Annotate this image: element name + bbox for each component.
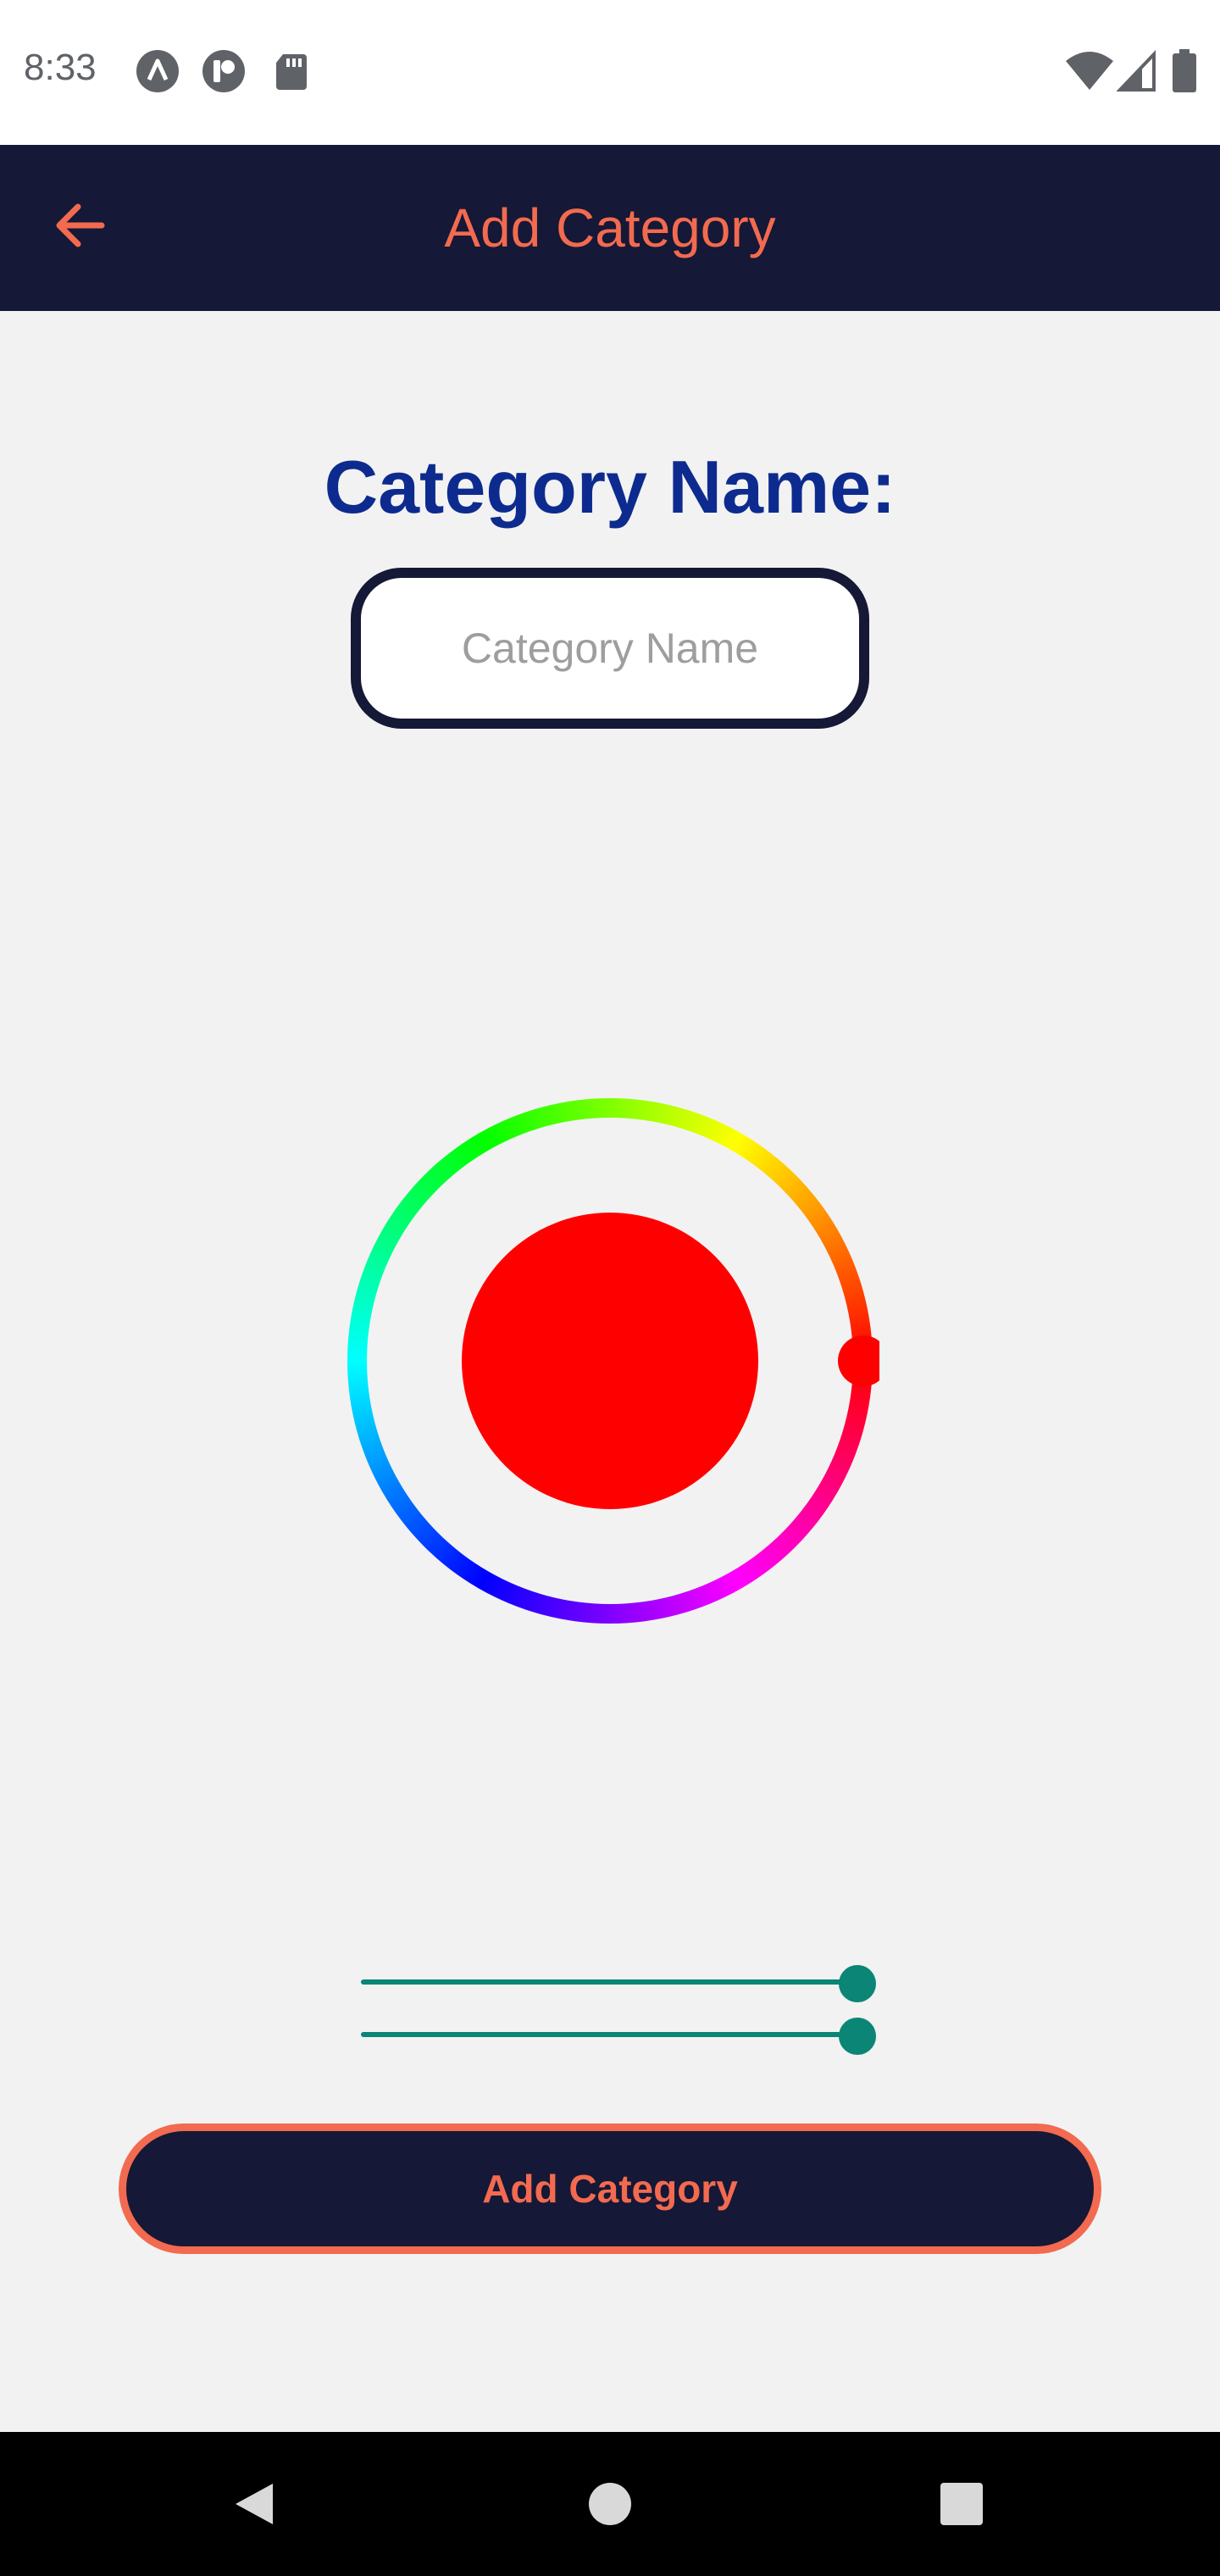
nav-recents-button[interactable] (923, 2466, 1000, 2542)
app-p-icon (202, 50, 245, 92)
saturation-slider[interactable] (361, 1965, 876, 2002)
saturation-slider-thumb[interactable] (839, 1965, 876, 2002)
nav-home-button[interactable] (572, 2466, 648, 2542)
navigation-bar (0, 2432, 1220, 2576)
status-bar: 8:33 (0, 0, 1220, 145)
cellular-signal-icon (1117, 50, 1156, 92)
page-title: Add Category (444, 197, 776, 258)
hue-handle[interactable] (838, 1335, 879, 1386)
status-time: 8:33 (24, 47, 97, 88)
wifi-icon (1066, 52, 1113, 90)
brightness-slider-thumb[interactable] (839, 2018, 876, 2055)
sd-card-icon (276, 54, 307, 90)
arrow-left-icon (56, 203, 105, 247)
home-circle-icon (589, 2483, 631, 2525)
saturation-slider-track[interactable] (361, 1979, 857, 1985)
back-triangle-icon (236, 2484, 273, 2524)
brightness-slider-track[interactable] (361, 2032, 857, 2037)
brightness-slider[interactable] (361, 2018, 876, 2055)
app-a-icon (136, 50, 179, 92)
app-bar: Add Category (0, 145, 1220, 311)
nav-back-button[interactable] (216, 2466, 292, 2542)
battery-icon (1173, 49, 1196, 92)
recents-square-icon (940, 2483, 983, 2525)
color-wheel[interactable] (341, 1091, 879, 1630)
add-category-button[interactable]: Add Category (119, 2124, 1101, 2254)
category-name-input[interactable] (351, 568, 869, 729)
category-name-label: Category Name: (324, 445, 896, 529)
back-button[interactable] (34, 179, 127, 272)
selected-color-preview (462, 1213, 758, 1509)
